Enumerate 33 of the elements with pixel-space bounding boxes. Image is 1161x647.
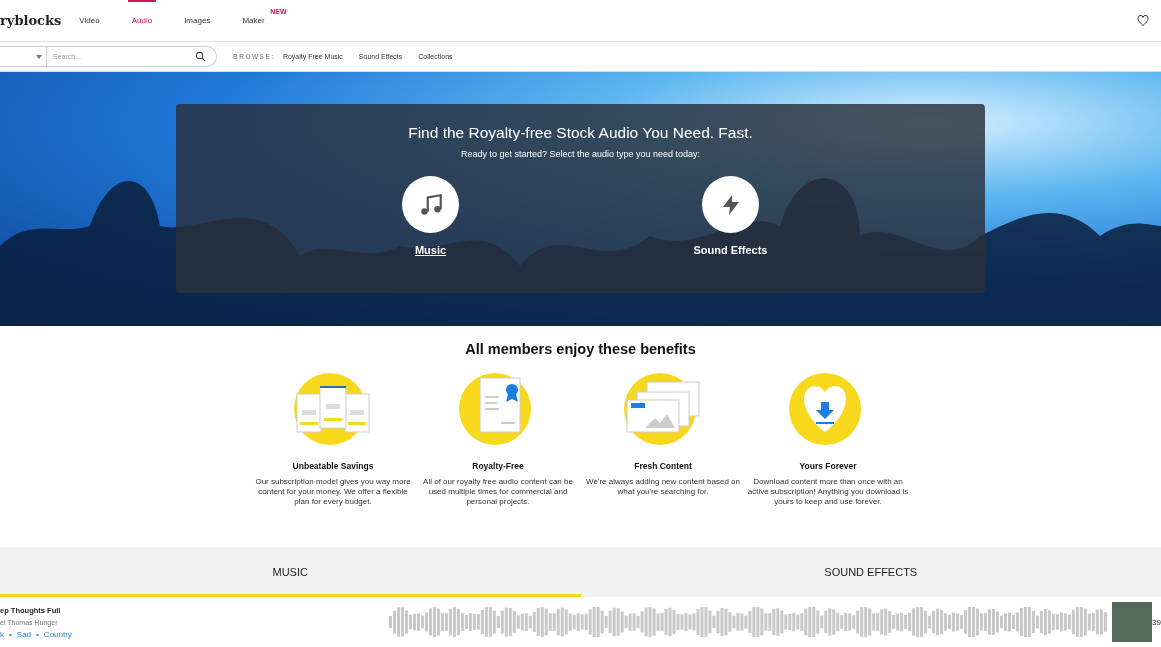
benefit-title: Unbeatable Savings (292, 461, 374, 471)
benefit-title: Yours Forever (799, 461, 857, 471)
caret-icon (36, 54, 42, 59)
photo-placeholder (1112, 602, 1153, 642)
audio-type-label: Sound Effects (693, 244, 768, 256)
track-duration: 39 (1152, 617, 1161, 627)
price-cards-icon (293, 372, 373, 446)
heart-icon[interactable] (1137, 14, 1149, 27)
separator-dot: • (36, 629, 39, 639)
audio-type-label: Music (414, 244, 447, 256)
new-images-icon (623, 372, 703, 446)
tab[interactable]: SOUND EFFECTS (580, 547, 1161, 597)
benefit-title: Fresh Content (634, 461, 692, 471)
hero-subtitle: Ready to get started? Select the audio type you need today: (460, 149, 701, 159)
separator-dot: • (9, 629, 12, 639)
benefit-title: Royalty-Free (472, 461, 524, 471)
search-icon[interactable] (195, 51, 206, 62)
hero-title: Find the Royalty-free Stock Audio You Need. Fast. (408, 124, 753, 142)
benefits-heading: All members enjoy these benefits (465, 341, 696, 357)
nav-link[interactable]: Audio (127, 0, 157, 41)
tag-link[interactable]: Sad (16, 629, 32, 639)
tab[interactable]: MUSIC (0, 547, 581, 597)
benefit-text: Download content more than once with an active subscription! Anything you download is yours to keep and use forever. (747, 477, 909, 507)
audio-type-link[interactable]: Music (380, 176, 481, 256)
benefit-text: We're always adding new content based on what you're searching for. (585, 477, 741, 497)
tag-link[interactable]: Country (43, 629, 72, 639)
audio-type-link[interactable]: Sound Effects (680, 176, 781, 256)
tag-link[interactable]: k (0, 629, 4, 639)
nav-link[interactable]: Video (75, 0, 104, 41)
benefit-text: Our subscription model gives you way more content for your money. We offer a flexible plan for every budget. (254, 477, 412, 507)
nav-link[interactable]: Images (180, 0, 215, 41)
benefit-text: All of our royalty free audio content can be used multiple times for commercial and personal projects. (422, 477, 574, 507)
logo: ryblocks (0, 13, 62, 28)
